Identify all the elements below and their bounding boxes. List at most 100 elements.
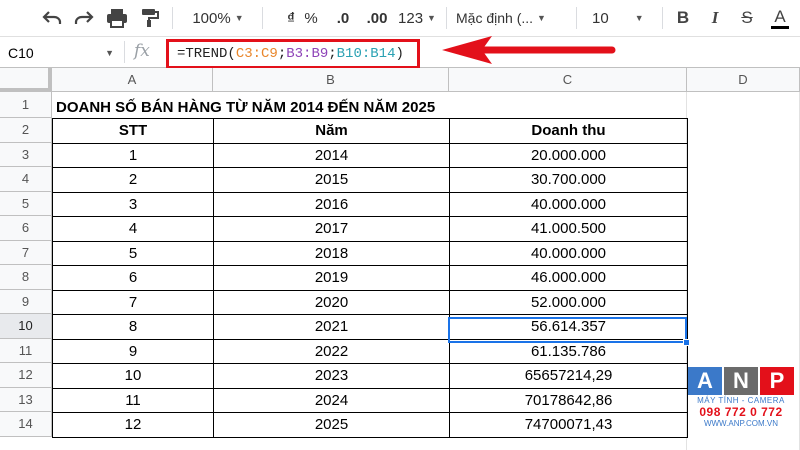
decrease-decimal-button[interactable]: .0 bbox=[330, 4, 356, 32]
column-header-b[interactable]: B bbox=[213, 68, 449, 92]
logo-phone: 098 772 0 772 bbox=[699, 405, 783, 419]
bold-button[interactable]: B bbox=[672, 4, 694, 32]
currency-button[interactable]: ₫ bbox=[280, 4, 302, 32]
revenue-cell[interactable]: 65657214,29 bbox=[449, 363, 688, 389]
column-header-a[interactable]: A bbox=[52, 68, 213, 92]
fill-handle[interactable] bbox=[683, 339, 690, 346]
logo-website: WWW.ANP.COM.VN bbox=[703, 419, 779, 428]
revenue-cell[interactable]: 20.000.000 bbox=[449, 142, 688, 168]
header-cell-year[interactable]: Năm bbox=[213, 118, 450, 144]
year-cell[interactable]: 2014 bbox=[213, 142, 450, 168]
stt-cell[interactable]: 12 bbox=[52, 412, 214, 438]
anp-logo-watermark: A N P MÁY TÍNH - CAMERA 098 772 0 772 WW… bbox=[688, 367, 794, 445]
redo-icon[interactable] bbox=[72, 4, 96, 32]
print-icon[interactable] bbox=[104, 4, 130, 32]
year-cell[interactable]: 2015 bbox=[213, 167, 450, 193]
row-header-1[interactable]: 1 bbox=[0, 92, 52, 118]
revenue-cell[interactable]: 46.000.000 bbox=[449, 265, 688, 291]
stt-cell[interactable]: 2 bbox=[52, 167, 214, 193]
revenue-cell[interactable]: 41.000.500 bbox=[449, 216, 688, 242]
zoom-value: 100% bbox=[192, 9, 231, 27]
year-cell[interactable]: 2022 bbox=[213, 338, 450, 364]
name-box[interactable]: C10 ▼ bbox=[0, 37, 124, 68]
revenue-cell[interactable]: 52.000.000 bbox=[449, 289, 688, 315]
column-header-d[interactable]: D bbox=[687, 68, 800, 92]
row-header-4[interactable]: 4 bbox=[0, 167, 52, 192]
chevron-down-icon: ▼ bbox=[634, 13, 644, 23]
select-all-corner[interactable] bbox=[0, 68, 52, 92]
stt-cell[interactable]: 1 bbox=[52, 142, 214, 168]
stt-cell[interactable]: 9 bbox=[52, 338, 214, 364]
revenue-cell[interactable]: 40.000.000 bbox=[449, 191, 688, 217]
sheet-title-cell[interactable]: DOANH SỐ BÁN HÀNG TỪ NĂM 2014 ĐẾN NĂM 20… bbox=[56, 94, 435, 120]
table-row: 3 2016 40.000.000 bbox=[52, 191, 688, 217]
stt-cell[interactable]: 7 bbox=[52, 289, 214, 315]
revenue-cell[interactable]: 74700071,43 bbox=[449, 412, 688, 438]
year-cell[interactable]: 2018 bbox=[213, 240, 450, 266]
row-header-2[interactable]: 2 bbox=[0, 118, 52, 143]
strikethrough-button[interactable]: S bbox=[736, 4, 758, 32]
row-header-14[interactable]: 14 bbox=[0, 412, 52, 437]
table-row: 4 2017 41.000.500 bbox=[52, 216, 688, 242]
zoom-select[interactable]: 100% ▼ bbox=[182, 4, 254, 32]
chevron-down-icon: ▼ bbox=[537, 13, 546, 23]
font-size-select[interactable]: 10 ▼ bbox=[586, 4, 656, 32]
formula-arg-known-y: C3:C9 bbox=[235, 46, 278, 62]
revenue-cell[interactable]: 40.000.000 bbox=[449, 240, 688, 266]
stt-cell[interactable]: 4 bbox=[52, 216, 214, 242]
text-color-button[interactable]: A bbox=[768, 4, 792, 32]
year-cell[interactable]: 2024 bbox=[213, 387, 450, 413]
row-header-3[interactable]: 3 bbox=[0, 142, 52, 167]
stt-cell[interactable]: 11 bbox=[52, 387, 214, 413]
formula-input[interactable]: =TREND(C3:C9; B3:B9; B10:B14) bbox=[166, 39, 420, 69]
font-family-select[interactable]: Mặc định (... ▼ bbox=[456, 4, 566, 32]
table-row: 1 2014 20.000.000 bbox=[52, 142, 688, 168]
undo-icon[interactable] bbox=[40, 4, 64, 32]
toolbar-separator bbox=[446, 7, 447, 29]
row-header-10[interactable]: 10 bbox=[0, 314, 52, 339]
year-cell[interactable]: 2017 bbox=[213, 216, 450, 242]
row-header-6[interactable]: 6 bbox=[0, 216, 52, 241]
row-header-11[interactable]: 11 bbox=[0, 338, 52, 363]
header-cell-revenue[interactable]: Doanh thu bbox=[449, 118, 688, 144]
percent-button[interactable]: % bbox=[300, 4, 322, 32]
formula-separator: ; bbox=[328, 46, 337, 62]
selected-cell-highlight bbox=[448, 317, 687, 343]
table-row: 7 2020 52.000.000 bbox=[52, 289, 688, 315]
stt-cell[interactable]: 10 bbox=[52, 363, 214, 389]
year-cell[interactable]: 2023 bbox=[213, 363, 450, 389]
table-row: 2 2015 30.700.000 bbox=[52, 167, 688, 193]
year-cell[interactable]: 2019 bbox=[213, 265, 450, 291]
year-cell[interactable]: 2016 bbox=[213, 191, 450, 217]
paint-format-icon[interactable] bbox=[138, 4, 162, 32]
formula-bar: C10 ▼ fx =TREND(C3:C9; B3:B9; B10:B14) bbox=[0, 36, 800, 69]
year-cell[interactable]: 2020 bbox=[213, 289, 450, 315]
logo-letter-n: N bbox=[724, 367, 758, 395]
italic-button[interactable]: I bbox=[704, 4, 726, 32]
more-formats-button[interactable]: 123 ▼ bbox=[396, 4, 438, 32]
row-header-13[interactable]: 13 bbox=[0, 387, 52, 412]
name-box-value: C10 bbox=[8, 44, 34, 61]
stt-cell[interactable]: 5 bbox=[52, 240, 214, 266]
row-header-8[interactable]: 8 bbox=[0, 265, 52, 290]
row-header-5[interactable]: 5 bbox=[0, 191, 52, 216]
year-cell[interactable]: 2025 bbox=[213, 412, 450, 438]
row-header-12[interactable]: 12 bbox=[0, 363, 52, 388]
text-color-swatch bbox=[771, 25, 789, 29]
year-cell[interactable]: 2021 bbox=[213, 314, 450, 340]
increase-decimal-button[interactable]: .00 bbox=[362, 4, 392, 32]
formula-suffix: ) bbox=[395, 46, 404, 62]
revenue-cell[interactable]: 70178642,86 bbox=[449, 387, 688, 413]
table-row: 11 2024 70178642,86 bbox=[52, 387, 688, 413]
stt-cell[interactable]: 6 bbox=[52, 265, 214, 291]
stt-cell[interactable]: 3 bbox=[52, 191, 214, 217]
revenue-cell[interactable]: 30.700.000 bbox=[449, 167, 688, 193]
stt-cell[interactable]: 8 bbox=[52, 314, 214, 340]
row-header-9[interactable]: 9 bbox=[0, 289, 52, 314]
toolbar-separator bbox=[576, 7, 577, 29]
chevron-down-icon: ▼ bbox=[105, 48, 114, 58]
column-header-c[interactable]: C bbox=[449, 68, 687, 92]
header-cell-stt[interactable]: STT bbox=[52, 118, 214, 144]
row-header-7[interactable]: 7 bbox=[0, 240, 52, 265]
formula-prefix: =TREND( bbox=[177, 46, 236, 62]
